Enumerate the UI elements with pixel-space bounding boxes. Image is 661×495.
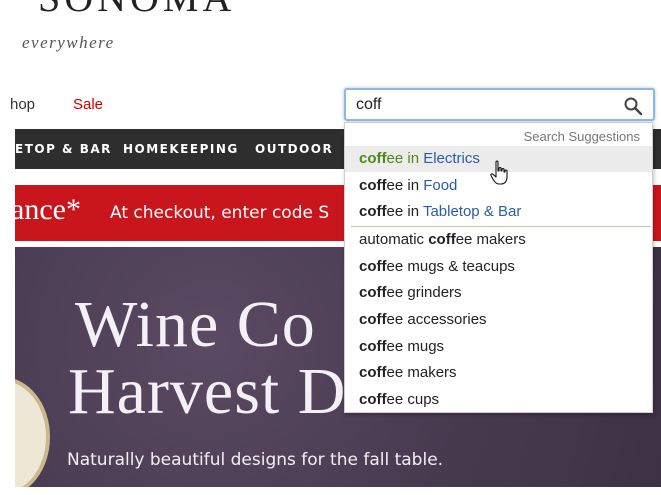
suggestion-item[interactable]: coffee accessories <box>345 307 652 333</box>
suggestion-rest: ee accessories <box>386 311 487 328</box>
hero-title-line2: Harvest D <box>68 355 347 428</box>
suggestion-in: in <box>403 203 423 220</box>
nav-item-outdoor[interactable]: OUTDOOR <box>255 129 333 169</box>
suggestion-in: in <box>403 150 424 167</box>
suggestion-query: coff <box>359 177 387 194</box>
suggestion-item[interactable]: coffee makers <box>345 360 652 386</box>
suggestion-item[interactable]: automatic coffee makers <box>345 227 652 253</box>
suggestion-rest: ee <box>386 203 404 220</box>
brand-logo[interactable]: SONOMA <box>38 0 235 21</box>
suggestion-query: coff <box>359 203 387 220</box>
shop-link[interactable]: hop <box>10 96 35 113</box>
nav-item-homekeeping[interactable]: HOMEKEEPING <box>123 129 239 169</box>
suggestion-query: coff <box>428 231 456 248</box>
suggestion-rest: ee makers <box>455 231 526 248</box>
brand-tagline: everywhere <box>22 33 115 52</box>
suggestion-query: coff <box>359 150 387 167</box>
suggestion-rest: ee <box>386 177 404 194</box>
suggestion-in: in <box>403 177 424 194</box>
suggestion-rest: ee cups <box>386 391 440 408</box>
suggestion-prefix: automatic <box>359 231 429 248</box>
suggestion-query: coff <box>359 258 387 275</box>
suggestion-rest: ee makers <box>386 364 457 381</box>
suggestion-rest: ee mugs <box>386 338 445 355</box>
suggestion-item[interactable]: coffee grinders <box>345 280 652 306</box>
suggestion-category: Tabletop & Bar <box>422 203 522 220</box>
suggestions-heading: Search Suggestions <box>523 129 640 144</box>
suggestion-query: coff <box>359 311 387 328</box>
suggestion-category: Electrics <box>423 150 480 167</box>
search-icon[interactable] <box>623 96 643 116</box>
suggestion-item[interactable]: coffee cups <box>345 387 652 413</box>
nav-item-tabletop-bar[interactable]: ETOP & BAR <box>15 129 112 169</box>
suggestion-category-item[interactable]: coffee in Tabletop & Bar <box>345 199 652 225</box>
suggestion-query: coff <box>359 284 387 301</box>
suggestion-query: coff <box>359 338 387 355</box>
suggestion-category: Food <box>423 177 458 194</box>
search-input[interactable]: coff <box>344 88 655 121</box>
suggestion-rest: ee grinders <box>386 284 462 301</box>
promo-headline: ance* <box>15 193 81 226</box>
hero-title-line1: Wine Co <box>75 288 316 361</box>
promo-text: At checkout, enter code S <box>110 203 330 223</box>
suggestion-rest: ee <box>386 150 404 167</box>
hand-cursor-icon <box>490 160 508 185</box>
sale-link[interactable]: Sale <box>73 96 103 113</box>
suggestion-query: coff <box>359 364 387 381</box>
plate-image <box>15 377 50 487</box>
suggestion-query: coff <box>359 391 387 408</box>
suggestion-item[interactable]: coffee mugs & teacups <box>345 254 652 280</box>
suggestion-rest: ee mugs & teacups <box>386 258 515 275</box>
suggestion-item[interactable]: coffee mugs <box>345 334 652 360</box>
hero-subtitle: Naturally beautiful designs for the fall… <box>67 450 444 470</box>
search-input-value: coff <box>356 96 382 113</box>
